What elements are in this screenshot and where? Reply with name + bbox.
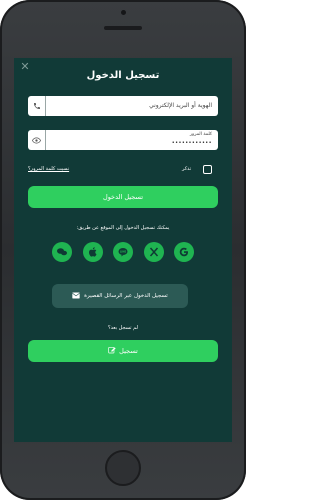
sms-login-label: تسجيل الدخول عبر الرسائل القصيرة <box>84 293 168 299</box>
register-button[interactable]: تسجيل <box>28 340 218 362</box>
phone-icon <box>28 96 46 116</box>
line-icon[interactable]: LINE <box>113 242 133 262</box>
forgot-password-link[interactable]: نسيت كلمة المرور؟ <box>28 166 69 172</box>
envelope-icon <box>72 292 81 301</box>
remember-checkbox[interactable] <box>203 165 212 174</box>
home-button[interactable] <box>105 450 141 486</box>
no-account-text: لم تسجل بعد؟ <box>108 325 138 331</box>
username-placeholder: الهوية أو البريد الإلكتروني <box>149 102 212 109</box>
register-label: تسجيل <box>119 347 138 355</box>
sms-login-button[interactable]: تسجيل الدخول عبر الرسائل القصيرة <box>52 284 188 308</box>
page-title: تسجيل الدخول <box>86 70 160 81</box>
earpiece-speaker <box>104 26 142 30</box>
login-screen: ✕ تسجيل الدخول الهوية أو البريد الإلكترو… <box>14 58 232 442</box>
login-button[interactable]: تسجيل الدخول <box>28 186 218 208</box>
remember-label: تذكر <box>182 166 192 172</box>
front-camera <box>121 10 126 15</box>
google-icon[interactable] <box>174 242 194 262</box>
social-login-row: LINE <box>52 242 194 264</box>
apple-icon[interactable] <box>82 242 103 262</box>
svg-text:LINE: LINE <box>120 250 127 254</box>
wechat-icon[interactable] <box>52 242 72 262</box>
phone-frame: ✕ تسجيل الدخول الهوية أو البريد الإلكترو… <box>0 0 246 500</box>
eye-icon[interactable] <box>28 130 46 150</box>
social-login-caption: يمكنك تسجيل الدخول إلى الموقع عن طريق: <box>76 225 170 231</box>
username-field[interactable]: الهوية أو البريد الإلكتروني <box>28 96 218 116</box>
password-field[interactable]: كلمة المرور •••••••••••• <box>28 130 218 150</box>
password-value: •••••••••••• <box>171 140 212 146</box>
x-icon[interactable] <box>143 242 164 262</box>
edit-icon <box>108 346 116 356</box>
password-label: كلمة المرور <box>189 132 212 137</box>
